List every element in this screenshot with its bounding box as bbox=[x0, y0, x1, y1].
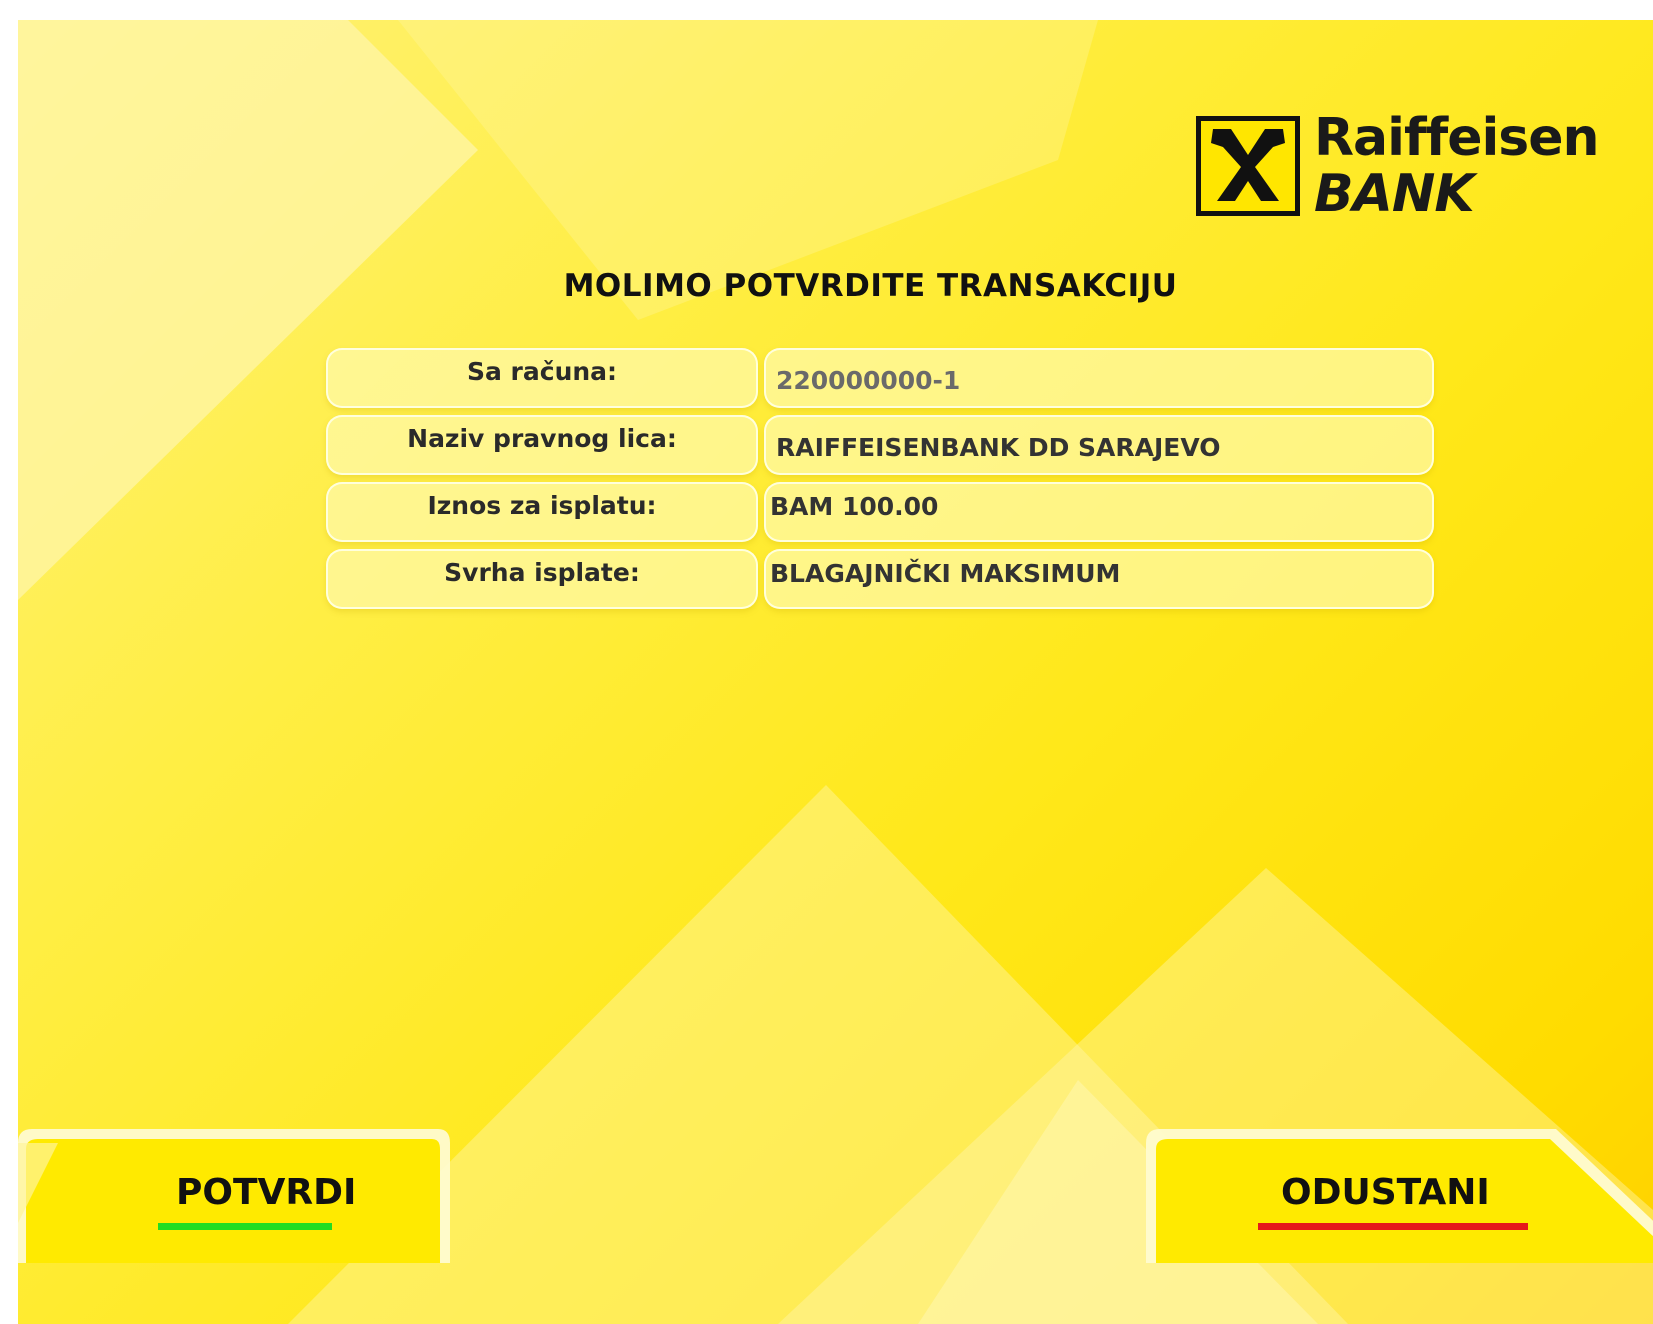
cancel-button[interactable]: ODUSTANI bbox=[1146, 1113, 1653, 1283]
raiffeisen-logo: Raiffeisen BANK bbox=[1180, 96, 1600, 226]
page-title: MOLIMO POTVRDITE TRANSAKCIJU bbox=[563, 268, 1178, 304]
brand-name: Raiffeisen bbox=[1314, 108, 1600, 168]
detail-row-purpose: Svrha isplate: BLAGAJNIČKI MAKSIMUM bbox=[326, 549, 1434, 609]
confirm-accent-bar bbox=[158, 1223, 332, 1230]
detail-value: RAIFFEISENBANK DD SARAJEVO bbox=[764, 415, 1434, 475]
detail-label: Sa računa: bbox=[326, 348, 758, 408]
cancel-button-label: ODUSTANI bbox=[1281, 1172, 1490, 1213]
cancel-accent-bar bbox=[1258, 1223, 1528, 1230]
atm-screen: Raiffeisen BANK MOLIMO POTVRDITE TRANSAK… bbox=[18, 20, 1653, 1324]
detail-row-company: Naziv pravnog lica: RAIFFEISENBANK DD SA… bbox=[326, 415, 1434, 475]
detail-row-amount: Iznos za isplatu: BAM 100.00 bbox=[326, 482, 1434, 542]
detail-value: BLAGAJNIČKI MAKSIMUM bbox=[764, 549, 1434, 609]
detail-value: 220000000-1 bbox=[764, 348, 1434, 408]
crossed-horse-heads-icon bbox=[1196, 116, 1300, 216]
detail-label: Naziv pravnog lica: bbox=[326, 415, 758, 475]
confirm-button-label: POTVRDI bbox=[176, 1172, 357, 1213]
detail-label: Iznos za isplatu: bbox=[326, 482, 758, 542]
detail-value: BAM 100.00 bbox=[764, 482, 1434, 542]
detail-row-account: Sa računa: 220000000-1 bbox=[326, 348, 1434, 408]
brand-sub: BANK bbox=[1314, 164, 1475, 224]
detail-label: Svrha isplate: bbox=[326, 549, 758, 609]
confirm-button[interactable]: POTVRDI bbox=[18, 1113, 460, 1283]
